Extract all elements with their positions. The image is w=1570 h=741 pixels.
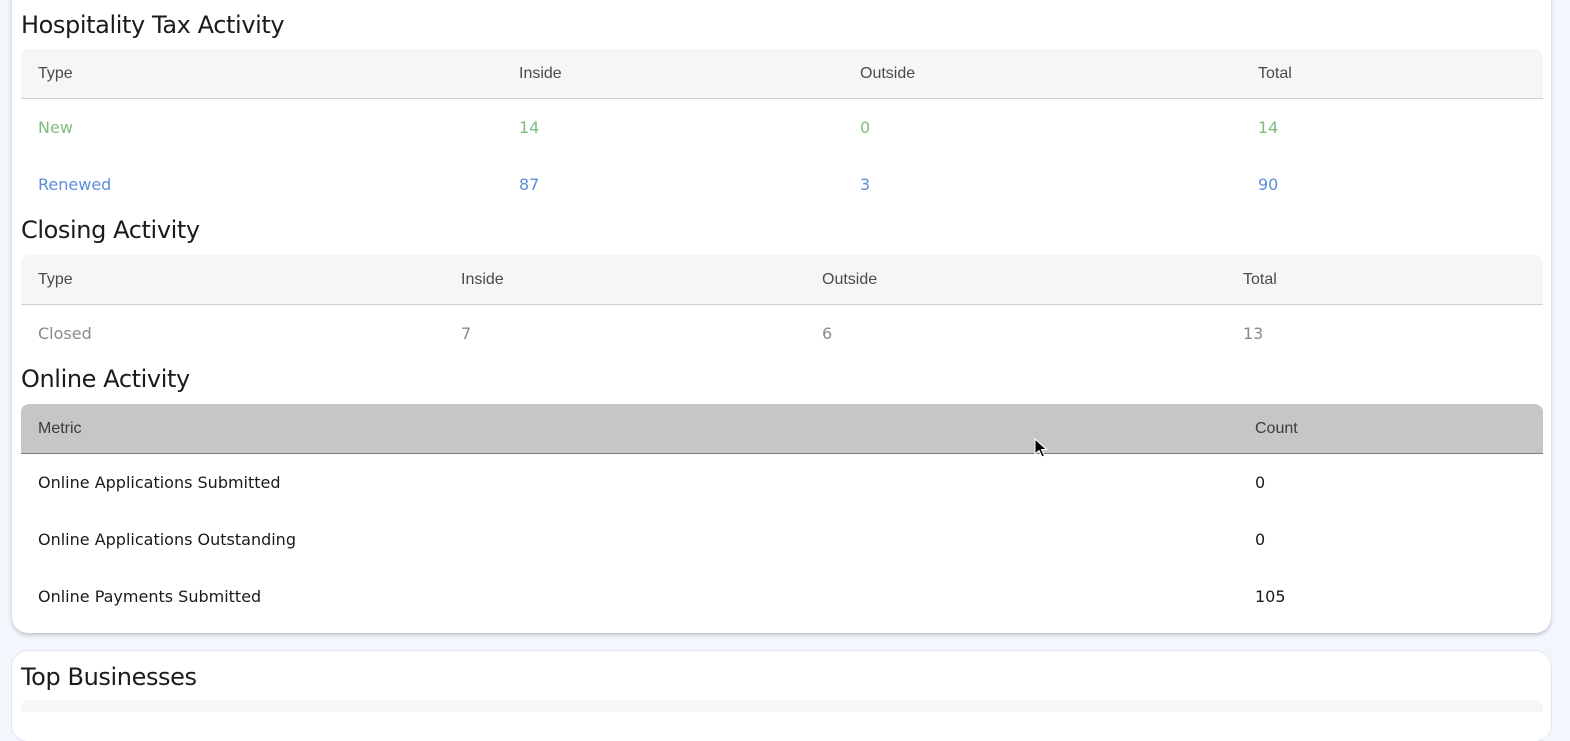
table-row[interactable]: Online Applications Submitted 0 — [21, 454, 1543, 512]
cell-metric: Online Applications Submitted — [38, 473, 281, 492]
closing-activity-table: Type Inside Outside Total Closed 7 6 13 — [21, 255, 1543, 362]
mouse-cursor-icon — [1034, 438, 1048, 458]
table-header-row: Type Inside Outside Total — [21, 255, 1543, 305]
column-header-inside[interactable]: Inside — [444, 255, 805, 305]
cell-outside: 0 — [860, 118, 871, 137]
cell-inside: 14 — [519, 118, 540, 137]
cell-metric: Online Payments Submitted — [38, 587, 262, 606]
cell-count: 0 — [1255, 530, 1266, 549]
top-businesses-card: Top Businesses — [12, 651, 1551, 741]
activity-card: Hospitality Tax Activity Type Inside Out… — [12, 0, 1551, 633]
cell-outside: 3 — [860, 175, 871, 194]
column-header-metric[interactable]: Metric — [21, 404, 1238, 454]
cell-total: 14 — [1258, 118, 1279, 137]
cell-inside: 87 — [519, 175, 540, 194]
closing-activity-title: Closing Activity — [21, 216, 200, 244]
table-row[interactable]: Online Payments Submitted 105 — [21, 568, 1543, 625]
cell-type: Renewed — [38, 175, 112, 194]
cell-metric: Online Applications Outstanding — [38, 530, 296, 549]
table-header-row: Type Inside Outside Total — [21, 49, 1543, 99]
table-header-row: Metric Count — [21, 404, 1543, 454]
table-row[interactable]: Online Applications Outstanding 0 — [21, 511, 1543, 568]
column-header-total[interactable]: Total — [1241, 49, 1543, 99]
column-header-outside[interactable]: Outside — [805, 255, 1226, 305]
cell-total: 13 — [1243, 324, 1264, 343]
table-row[interactable]: New 14 0 14 — [21, 99, 1543, 157]
hospitality-tax-table: Type Inside Outside Total New 14 0 14 Re… — [21, 49, 1543, 213]
table-row[interactable]: Renewed 87 3 90 — [21, 156, 1543, 213]
column-header-inside[interactable]: Inside — [502, 49, 843, 99]
column-header-type[interactable]: Type — [21, 255, 444, 305]
cell-total: 90 — [1258, 175, 1279, 194]
cell-count: 0 — [1255, 473, 1266, 492]
cell-type: Closed — [38, 324, 92, 343]
cell-count: 105 — [1255, 587, 1286, 606]
cell-inside: 7 — [461, 324, 472, 343]
column-header-count[interactable]: Count — [1238, 404, 1543, 454]
top-businesses-table-header — [21, 700, 1543, 712]
cell-outside: 6 — [822, 324, 833, 343]
cell-type: New — [38, 118, 73, 137]
table-row[interactable]: Closed 7 6 13 — [21, 305, 1543, 363]
column-header-total[interactable]: Total — [1226, 255, 1543, 305]
online-activity-title: Online Activity — [21, 365, 190, 393]
online-activity-table: Metric Count Online Applications Submitt… — [21, 404, 1543, 625]
hospitality-tax-title: Hospitality Tax Activity — [21, 11, 285, 39]
column-header-outside[interactable]: Outside — [843, 49, 1241, 99]
column-header-type[interactable]: Type — [21, 49, 502, 99]
top-businesses-title: Top Businesses — [21, 663, 197, 691]
